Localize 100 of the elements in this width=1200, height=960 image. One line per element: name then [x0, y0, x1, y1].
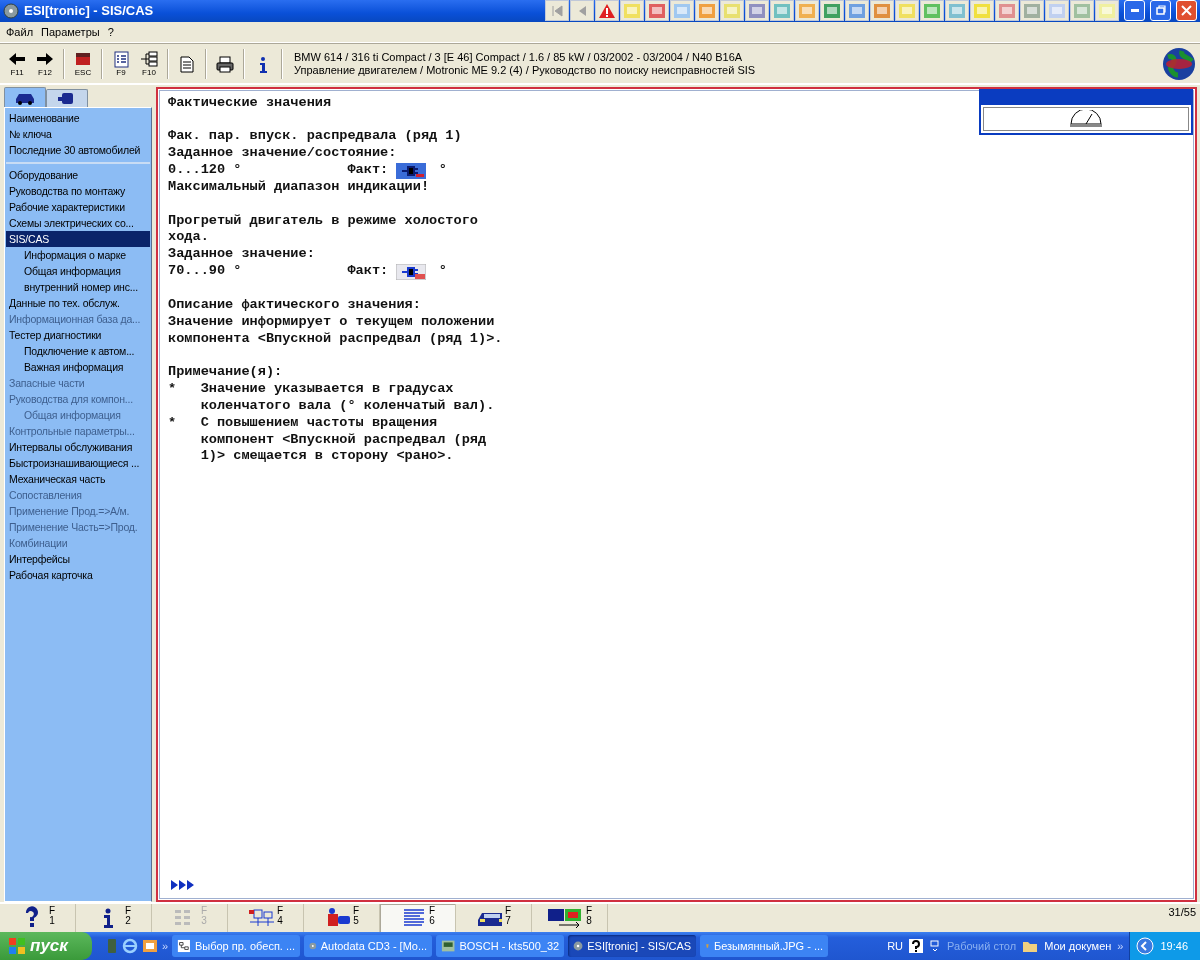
module-button[interactable] — [945, 0, 969, 22]
escape-button[interactable]: ESC — [70, 46, 96, 81]
module-button[interactable] — [820, 0, 844, 22]
plug-icon[interactable] — [396, 263, 427, 280]
sidebar-item[interactable]: Подключение к автом... — [6, 342, 150, 359]
module-button[interactable] — [695, 0, 719, 22]
module-button[interactable] — [995, 0, 1019, 22]
list-button[interactable]: F9 — [108, 46, 134, 81]
document-text: Значение информирует о текущем положении — [168, 313, 495, 331]
picture-icon — [948, 2, 966, 19]
function-key[interactable]: F 4 — [228, 904, 304, 932]
window-title: ESI[tronic] - SIS/CAS — [24, 3, 155, 19]
restore-button[interactable] — [1150, 0, 1171, 22]
module-button[interactable] — [895, 0, 919, 22]
sidebar-item[interactable]: Оборудование — [6, 166, 150, 183]
module-button[interactable] — [920, 0, 944, 22]
sidebar-item[interactable]: Рабочая карточка — [6, 566, 150, 583]
function-key[interactable]: F 8 — [532, 904, 608, 932]
module-button[interactable] — [720, 0, 744, 22]
sidebar-item[interactable]: SIS/CAS — [6, 230, 150, 247]
gauge-icon[interactable] — [1068, 109, 1104, 128]
previous-button[interactable] — [570, 0, 594, 22]
taskbar-button[interactable]: Autodata CD3 - [Mo... — [304, 935, 433, 957]
sidebar-item[interactable]: Интервалы обслуживания — [6, 438, 150, 455]
module-button[interactable] — [795, 0, 819, 22]
module-button[interactable] — [845, 0, 869, 22]
module-button[interactable] — [970, 0, 994, 22]
picture-icon — [748, 2, 766, 19]
car-tab[interactable] — [4, 86, 46, 107]
close-button[interactable] — [1176, 0, 1197, 22]
first-page-button[interactable] — [545, 0, 569, 22]
more-chevron[interactable]: » — [162, 940, 169, 952]
plug-icon[interactable] — [396, 162, 427, 179]
more-chevron[interactable]: » — [1117, 940, 1124, 952]
function-key[interactable]: F 1 — [0, 904, 76, 932]
sidebar-item[interactable]: Интерфейсы — [6, 550, 150, 567]
language-indicator[interactable]: RU — [887, 940, 904, 952]
module-button[interactable] — [670, 0, 694, 22]
taskbar-button[interactable]: Выбор пр. обесп. ... — [172, 935, 301, 957]
sidebar-item[interactable]: Схемы электрических со... — [6, 214, 150, 231]
window-icon[interactable] — [142, 938, 158, 954]
function-key[interactable]: F 2 — [76, 904, 152, 932]
module-button[interactable] — [745, 0, 769, 22]
sidebar-item[interactable]: Общая информация — [6, 262, 150, 279]
folder-icon[interactable] — [1022, 939, 1039, 953]
sidebar-item[interactable]: Последние 30 автомобилей — [6, 141, 150, 158]
function-key[interactable]: F 5 — [304, 904, 380, 932]
menu-item[interactable]: ? — [103, 25, 118, 38]
sidebar-item[interactable]: Тестер диагностики — [6, 326, 150, 343]
sidebar-item[interactable]: Механическая часть — [6, 470, 150, 487]
document-text: хода. — [168, 229, 209, 247]
document-text: Фактические значения — [168, 94, 332, 112]
forward-button[interactable]: F12 — [32, 46, 58, 81]
tree-icon — [177, 938, 191, 954]
back-button[interactable]: F11 — [4, 46, 30, 81]
module-button[interactable] — [1070, 0, 1094, 22]
documents-link[interactable]: Мои докумен — [1044, 940, 1112, 952]
module-button[interactable] — [870, 0, 894, 22]
sidebar-item[interactable]: Быстроизнашивающиеся ... — [6, 454, 150, 471]
function-key[interactable]: F 6 — [380, 904, 456, 932]
document-text: Фак. пар. впуск. распредвала (ряд 1) — [168, 128, 462, 146]
tree-button[interactable]: F10 — [136, 46, 162, 81]
picture-icon — [923, 2, 941, 19]
module-button[interactable] — [1020, 0, 1044, 22]
degree-unit: ° — [438, 263, 447, 280]
taskbar-button[interactable]: Безымянный.JPG - ... — [700, 935, 829, 957]
vehicle-info: Управление двигателем / Motronic ME 9.2 (4) / Руководство по поиску неисправностей SIS — [294, 63, 757, 77]
module-button[interactable] — [1095, 0, 1119, 22]
app-icon — [441, 938, 456, 954]
menu-item[interactable]: Параметры — [37, 25, 104, 38]
engine-tab[interactable] — [46, 88, 88, 107]
sidebar-item[interactable]: внутренний номер инс... — [6, 278, 150, 295]
module-button[interactable] — [770, 0, 794, 22]
picture-icon — [798, 2, 816, 19]
sidebar-item[interactable]: Важная информация — [6, 358, 150, 375]
sidebar-item[interactable]: Наименование — [6, 109, 150, 126]
disc-icon — [3, 2, 19, 19]
taskbar-button[interactable]: BOSCH - kts500_32 — [436, 935, 565, 957]
help-icon[interactable] — [909, 939, 924, 953]
module-button[interactable] — [645, 0, 669, 22]
sidebar-item[interactable]: № ключа — [6, 125, 150, 142]
module-button[interactable] — [620, 0, 644, 22]
function-key[interactable]: F 7 — [456, 904, 532, 932]
picture-icon — [973, 2, 991, 19]
sidebar-item[interactable]: Руководства по монтажу — [6, 182, 150, 199]
picture-icon — [998, 2, 1016, 19]
next-page-icon[interactable] — [168, 878, 196, 893]
warning-button[interactable] — [595, 0, 619, 22]
picture-icon — [1073, 2, 1091, 19]
sidebar-item[interactable]: Рабочие характеристики — [6, 198, 150, 215]
module-button[interactable] — [1045, 0, 1069, 22]
sidebar-item[interactable]: Данные по тех. обслуж. — [6, 294, 150, 311]
taskbar-button[interactable]: ESI[tronic] - SIS/CAS — [568, 935, 697, 957]
menu-item[interactable]: Файл — [2, 25, 38, 38]
list-icon — [111, 50, 131, 69]
picture-icon — [1048, 2, 1066, 19]
sidebar-item[interactable]: Информация о марке — [6, 246, 150, 263]
browser-icon[interactable] — [122, 938, 138, 954]
minimize-button[interactable] — [1124, 0, 1145, 22]
warning-icon — [598, 2, 616, 19]
